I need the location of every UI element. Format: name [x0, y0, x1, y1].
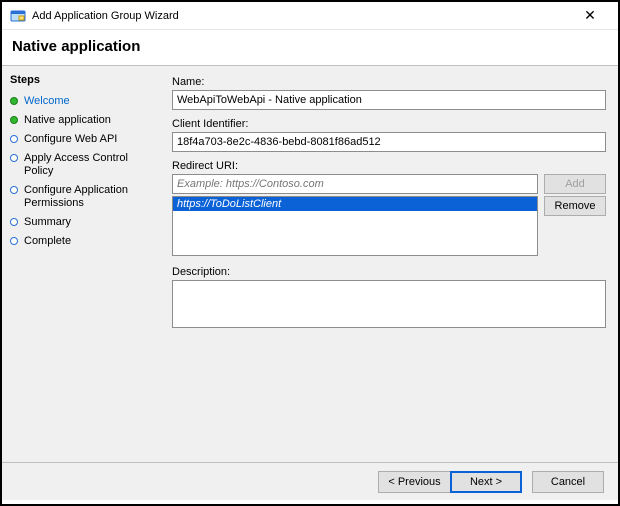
step-pending-icon [10, 186, 18, 194]
step-pending-icon [10, 135, 18, 143]
step-done-icon [10, 116, 18, 124]
name-input[interactable] [172, 90, 606, 110]
description-input[interactable] [172, 280, 606, 328]
page-title: Native application [12, 38, 608, 55]
step-configure-application-permissions[interactable]: Configure Application Permissions [10, 181, 154, 213]
add-button[interactable]: Add [544, 174, 606, 194]
step-label: Summary [24, 216, 71, 229]
step-pending-icon [10, 237, 18, 245]
step-summary[interactable]: Summary [10, 213, 154, 232]
wizard-footer: < Previous Next > Cancel [2, 462, 618, 500]
remove-button[interactable]: Remove [544, 196, 606, 216]
window-title: Add Application Group Wizard [32, 10, 570, 22]
name-label: Name: [172, 76, 606, 88]
step-label: Configure Web API [24, 133, 117, 146]
step-done-icon [10, 97, 18, 105]
redirect-uri-input[interactable] [172, 174, 538, 194]
next-button[interactable]: Next > [450, 471, 522, 493]
step-welcome[interactable]: Welcome [10, 92, 154, 111]
close-button[interactable]: ✕ [570, 7, 610, 24]
titlebar: Add Application Group Wizard ✕ [2, 2, 618, 30]
redirect-uri-item[interactable]: https://ToDoListClient [173, 197, 537, 211]
description-label: Description: [172, 266, 606, 278]
redirect-uri-list[interactable]: https://ToDoListClient [172, 196, 538, 256]
step-label: Configure Application Permissions [24, 184, 154, 210]
step-label: Apply Access Control Policy [24, 152, 154, 178]
redirect-uri-label: Redirect URI: [172, 160, 606, 172]
step-pending-icon [10, 154, 18, 162]
step-label: Native application [24, 114, 111, 127]
app-icon [10, 8, 26, 24]
steps-sidebar: Steps Welcome Native application Configu… [2, 66, 162, 462]
step-apply-access-control-policy[interactable]: Apply Access Control Policy [10, 149, 154, 181]
page-header: Native application [2, 30, 618, 66]
client-id-input[interactable] [172, 132, 606, 152]
cancel-button[interactable]: Cancel [532, 471, 604, 493]
step-configure-web-api[interactable]: Configure Web API [10, 130, 154, 149]
client-id-label: Client Identifier: [172, 118, 606, 130]
step-complete[interactable]: Complete [10, 232, 154, 251]
steps-heading: Steps [10, 74, 154, 86]
form-panel: Name: Client Identifier: Redirect URI: A… [162, 66, 618, 462]
step-label: Complete [24, 235, 71, 248]
previous-button[interactable]: < Previous [378, 471, 450, 493]
step-native-application[interactable]: Native application [10, 111, 154, 130]
step-pending-icon [10, 218, 18, 226]
step-label: Welcome [24, 95, 70, 108]
